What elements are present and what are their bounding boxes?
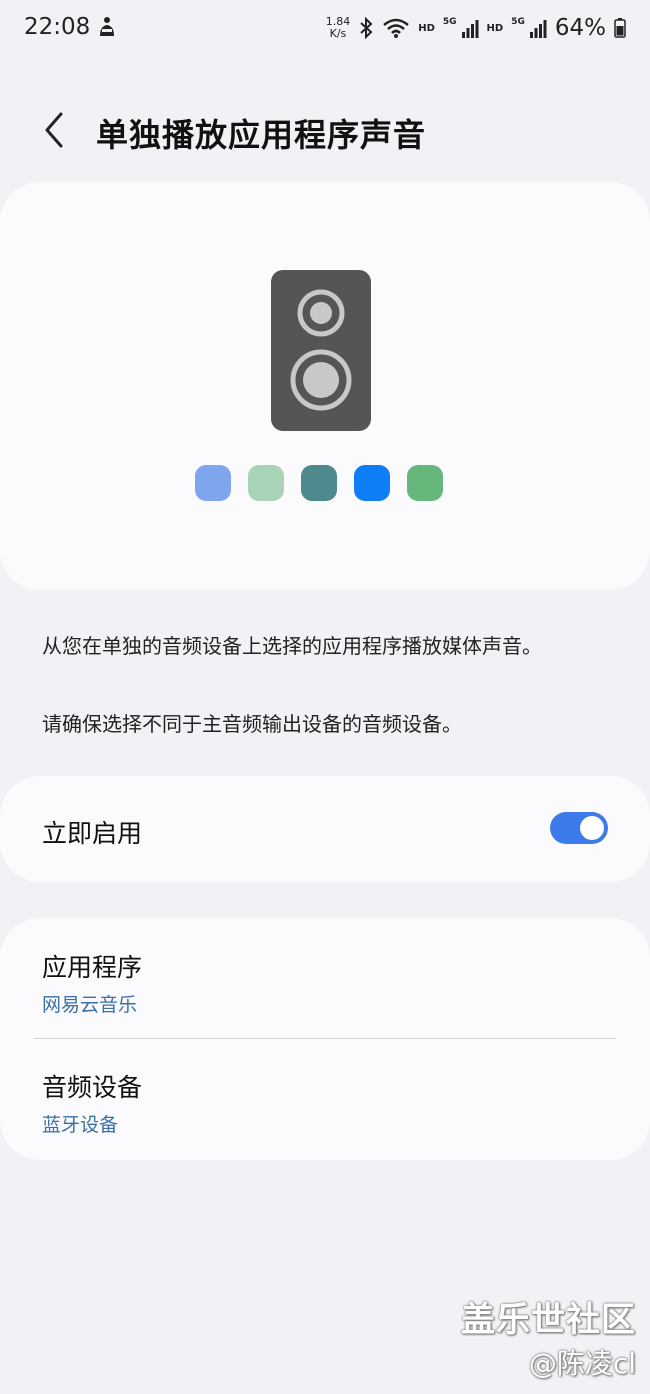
status-time: 22:08 [24, 14, 91, 40]
enable-now-label: 立即启用 [42, 819, 143, 848]
app-selection-value: 网易云音乐 [42, 994, 138, 1016]
signal-icon [461, 18, 479, 38]
app-selection-item[interactable]: 应用程序 网易云音乐 [0, 918, 650, 1038]
watermark-author: @陈凌cl [528, 1347, 636, 1380]
battery-icon [614, 18, 626, 38]
audio-device-item[interactable]: 音频设备 蓝牙设备 [0, 1040, 650, 1160]
color-swatch-2 [248, 465, 284, 501]
network-speed: 1.84 K/s [326, 16, 351, 40]
switch-knob [580, 816, 604, 840]
network-type-label-2: 5G [511, 17, 525, 27]
description-text-2: 请确保选择不同于主音频输出设备的音频设备。 [42, 712, 462, 736]
color-swatch-3 [301, 465, 337, 501]
wifi-icon [382, 17, 410, 39]
hd-voice-label: HD [418, 22, 435, 34]
back-arrow-icon [45, 112, 63, 148]
page-title: 单独播放应用程序声音 [96, 116, 427, 154]
enable-now-card[interactable]: 立即启用 [0, 776, 650, 882]
description-text-1: 从您在单独的音频设备上选择的应用程序播放媒体声音。 [42, 634, 542, 658]
network-type-label: 5G [442, 17, 457, 27]
illustration-card [0, 182, 650, 590]
status-icons: 1.84 K/s HD 5G HD 5G 64% [326, 10, 626, 46]
settings-list-card: 应用程序 网易云音乐 音频设备 蓝牙设备 [0, 918, 650, 1160]
app-header: 单独播放应用程序声音 [0, 100, 650, 160]
accessibility-person-icon [96, 16, 118, 38]
list-divider [34, 1038, 616, 1039]
back-button[interactable] [34, 108, 74, 152]
bluetooth-icon [358, 17, 374, 39]
network-speed-unit: K/s [329, 27, 347, 40]
hd-voice-label-2: HD [486, 22, 504, 34]
color-swatches [195, 465, 443, 501]
speaker-icon [271, 270, 371, 431]
app-selection-title: 应用程序 [42, 953, 143, 982]
color-swatch-4 [354, 465, 390, 501]
audio-device-value: 蓝牙设备 [42, 1114, 119, 1136]
color-swatch-5 [407, 465, 443, 501]
enable-now-switch[interactable] [550, 812, 608, 844]
battery-percent: 64% [554, 15, 606, 41]
signal-icon-2 [529, 18, 547, 38]
watermark-site: 盖乐世社区 [461, 1300, 636, 1340]
audio-device-title: 音频设备 [42, 1073, 143, 1102]
color-swatch-1 [195, 465, 231, 501]
status-bar: 22:08 1.84 K/s HD 5G HD 5G 64% [0, 0, 650, 58]
